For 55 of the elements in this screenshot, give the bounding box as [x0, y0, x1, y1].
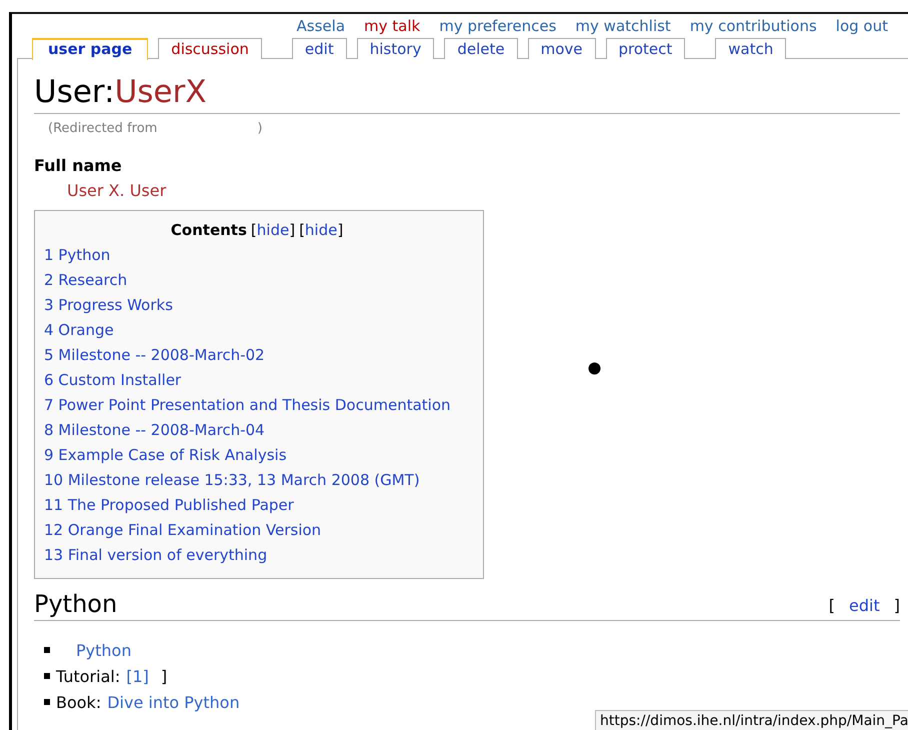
redirect-note: (Redirected from	[48, 121, 158, 136]
list-link[interactable]: [1]	[126, 666, 149, 686]
user-link[interactable]: my watchlist	[575, 17, 671, 35]
list-link[interactable]: Dive into Python	[107, 692, 240, 712]
hide-link[interactable]: hide	[256, 221, 290, 239]
list-link[interactable]: Python	[76, 640, 132, 660]
redirect-note: )	[257, 121, 262, 136]
list-text: ]	[160, 666, 168, 686]
bracket: [	[299, 221, 305, 239]
tab[interactable]: delete	[444, 38, 518, 59]
tab[interactable]: move	[528, 38, 596, 59]
contents-item[interactable]: 12 Orange Final Examination Version	[44, 518, 322, 543]
status-url: https://dimos.ihe.nl/intra/index.php/Main_Pa	[595, 710, 908, 730]
bracket: ]	[894, 596, 900, 615]
edit-link[interactable]: edit	[849, 596, 880, 615]
contents-title: Contents	[170, 221, 247, 239]
contents-item[interactable]: 13 Final version of everything	[44, 543, 268, 568]
tab[interactable]: watch	[715, 38, 786, 59]
tab[interactable]: user page	[32, 38, 148, 60]
contents-item[interactable]: 10 Milestone release 15:33, 13 March 2008 (GMT)	[44, 468, 420, 493]
user-link[interactable]: log out	[836, 17, 888, 35]
contents-item[interactable]: 5 Milestone -- 2008-March-02	[44, 343, 265, 368]
bullet-icon	[44, 699, 50, 705]
user-link[interactable]: my contributions	[690, 17, 817, 35]
tab[interactable]: discussion	[158, 38, 262, 59]
user-link[interactable]: my preferences	[439, 17, 556, 35]
tab[interactable]: edit	[292, 38, 347, 59]
bracket: [	[250, 221, 257, 239]
hide-link[interactable]: hide	[304, 221, 338, 239]
field-heading: Full name	[34, 156, 123, 175]
dot-icon	[588, 362, 601, 375]
bracket: [	[828, 596, 836, 615]
contents-item[interactable]: 7 Power Point Presentation and Thesis Documentation	[44, 393, 451, 418]
contents-item[interactable]: 11 The Proposed Published Paper	[44, 493, 294, 518]
contents-item[interactable]: 8 Milestone -- 2008-March-04	[44, 418, 265, 443]
contents-item[interactable]: 9 Example Case of Risk Analysis	[44, 443, 287, 468]
contents-item[interactable]: 6 Custom Installer	[44, 368, 182, 393]
contents-item[interactable]: 1 Python	[44, 243, 110, 268]
list-text: Tutorial:	[56, 666, 120, 686]
list-text: Book:	[56, 692, 102, 712]
bracket: ]	[289, 221, 296, 239]
user-link[interactable]: Assela	[296, 17, 346, 35]
page-title-namespace: User:	[34, 74, 115, 110]
bullet-icon	[44, 673, 50, 679]
contents-item[interactable]: 2 Research	[44, 268, 128, 293]
tab[interactable]: protect	[606, 38, 686, 59]
name-link[interactable]: User X. User	[67, 181, 166, 200]
page-title-link[interactable]: UserX	[114, 74, 206, 110]
user-link[interactable]: my talk	[364, 17, 420, 35]
tab[interactable]: history	[356, 38, 434, 59]
bracket: ]	[337, 221, 344, 239]
contents-item[interactable]: 3 Progress Works	[44, 293, 173, 318]
bullet-icon	[44, 647, 50, 653]
contents-item[interactable]: 4 Orange	[44, 318, 114, 343]
section-heading: Python	[34, 589, 118, 619]
